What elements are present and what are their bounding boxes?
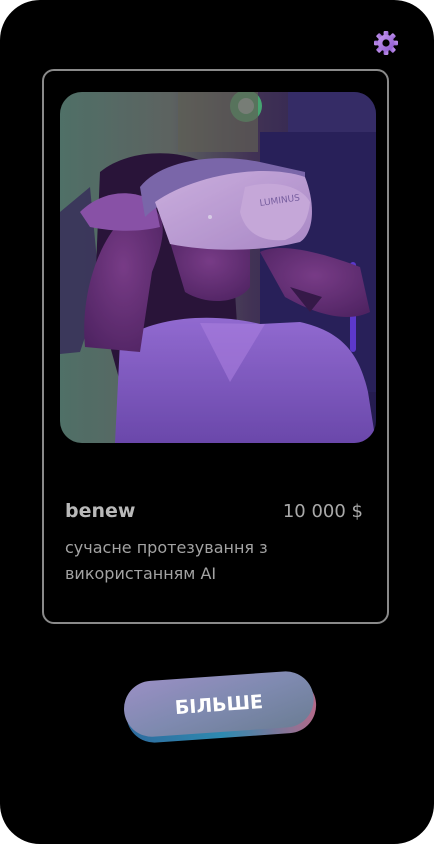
card-info-row: benew 10 000 $ xyxy=(65,499,363,523)
product-photo[interactable]: LUMINUS xyxy=(60,92,376,443)
price: 10 000 $ xyxy=(282,500,363,522)
more-button[interactable]: БІЛЬШЕ xyxy=(120,668,320,744)
brand-name: benew xyxy=(65,500,136,522)
product-description: сучасне протезування з використанням AI xyxy=(65,538,268,583)
gear-icon[interactable] xyxy=(373,30,399,56)
phone-screen: LUMINUS benew 10 000 $ сучасне протезува… xyxy=(0,0,434,844)
product-card[interactable]: LUMINUS benew 10 000 $ сучасне протезува… xyxy=(42,69,389,624)
